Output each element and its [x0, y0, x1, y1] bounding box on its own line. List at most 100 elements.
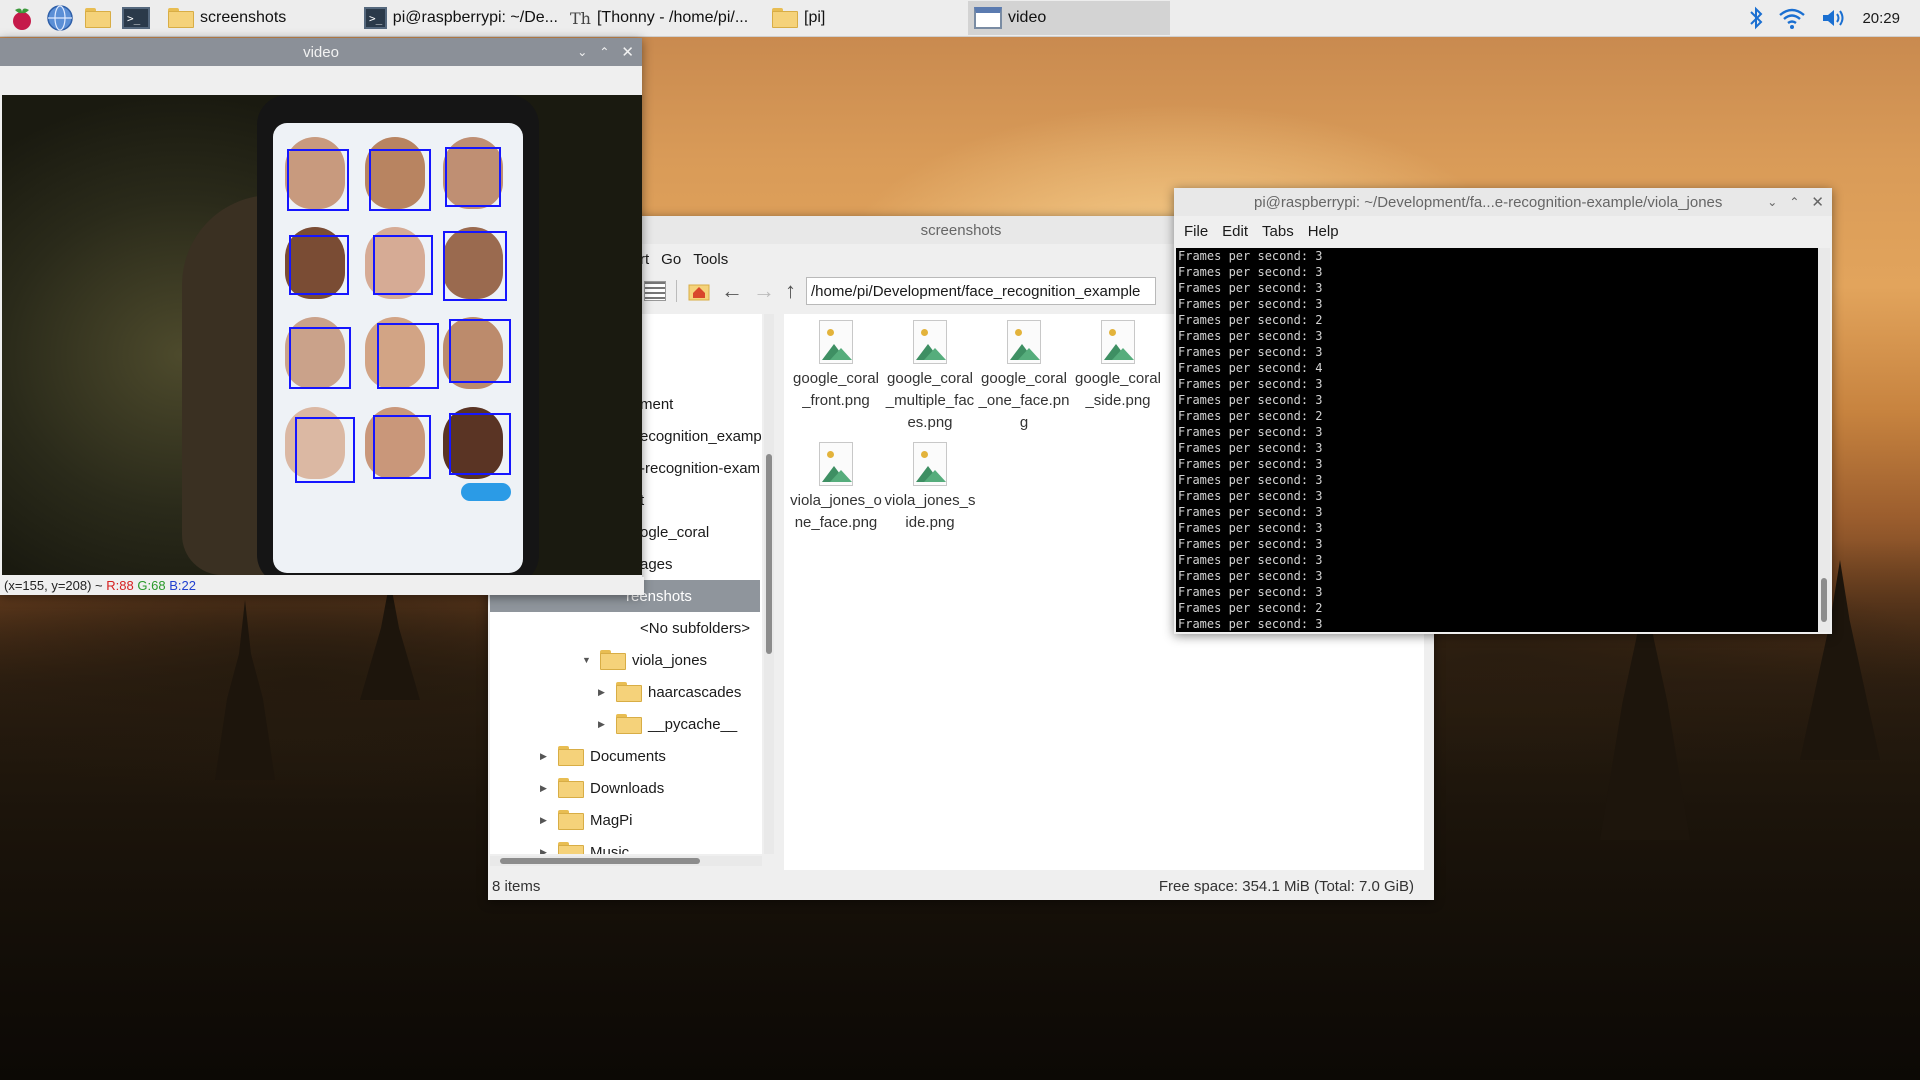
file-item[interactable]: google_coral_front.png: [790, 320, 882, 412]
task-terminal[interactable]: >_ pi@raspberrypi: ~/De...: [358, 1, 564, 35]
taskbar: >_ screenshots >_ pi@raspberrypi: ~/De..…: [0, 0, 1920, 37]
folder-icon: [85, 8, 111, 28]
tree-item[interactable]: ment: [640, 388, 673, 420]
collapsed-arrow-icon[interactable]: ▶: [598, 719, 610, 730]
tree-item-downloads[interactable]: ▶ Downloads: [540, 772, 664, 804]
menu-tools[interactable]: Tools: [693, 251, 728, 268]
tree-item[interactable]: -recognition-exam: [640, 452, 760, 484]
menu-edit[interactable]: Edit: [1222, 223, 1248, 240]
tree-scrollbar[interactable]: [764, 314, 774, 854]
terminal-line: Frames per second: 3: [1178, 521, 1323, 535]
task-label: pi@raspberrypi: ~/De...: [392, 9, 558, 26]
pixel-red-value: R:88: [106, 578, 134, 593]
terminal-line: Frames per second: 3: [1178, 377, 1323, 391]
close-icon[interactable]: ✕: [1811, 193, 1824, 211]
file-item[interactable]: google_coral_one_face.png: [978, 320, 1070, 434]
item-count: 8 items: [492, 877, 541, 895]
terminal-titlebar[interactable]: pi@raspberrypi: ~/Development/fa...e-rec…: [1174, 188, 1832, 216]
wifi-icon[interactable]: [1778, 6, 1806, 30]
raspberry-menu-button[interactable]: [6, 2, 38, 34]
web-browser-button[interactable]: [44, 2, 76, 34]
tree-horizontal-scrollbar[interactable]: [490, 856, 762, 866]
tree-item[interactable]: ecognition_examp: [640, 420, 762, 452]
menu-tabs[interactable]: Tabs: [1262, 223, 1294, 240]
close-icon[interactable]: ✕: [621, 43, 634, 61]
back-arrow-icon[interactable]: ←: [721, 278, 743, 304]
terminal-line: Frames per second: 3: [1178, 585, 1323, 599]
task-label: [pi]: [804, 9, 826, 26]
tree-item-pycache[interactable]: ▶ __pycache__: [598, 708, 737, 740]
image-file-icon: [819, 442, 853, 486]
task-label: screenshots: [200, 9, 287, 26]
video-titlebar[interactable]: video ⌄ ⌃ ✕: [0, 38, 642, 66]
tree-item-magpi[interactable]: ▶ MagPi: [540, 804, 633, 836]
terminal-line: Frames per second: 2: [1178, 313, 1323, 327]
detail-view-icon[interactable]: [644, 281, 666, 301]
collapsed-arrow-icon[interactable]: ▶: [540, 783, 552, 794]
path-input[interactable]: /home/pi/Development/face_recognition_ex…: [806, 277, 1156, 305]
task-thonny[interactable]: Th [Thonny - /home/pi/...: [564, 1, 766, 35]
menu-file[interactable]: File: [1184, 223, 1208, 240]
collapsed-arrow-icon[interactable]: ▶: [540, 751, 552, 762]
file-item[interactable]: viola_jones_side.png: [884, 442, 976, 534]
file-item[interactable]: google_coral_multiple_faces.png: [884, 320, 976, 434]
collapsed-arrow-icon[interactable]: ▶: [598, 687, 610, 698]
file-item[interactable]: viola_jones_one_face.png: [790, 442, 882, 534]
home-icon[interactable]: [687, 280, 711, 302]
folder-icon: [616, 682, 642, 702]
expanded-arrow-icon[interactable]: ▼: [582, 655, 594, 665]
image-file-icon: [1101, 320, 1135, 364]
terminal-line: Frames per second: 3: [1178, 617, 1323, 631]
volume-icon[interactable]: [1820, 6, 1848, 30]
terminal-line: Frames per second: 3: [1178, 457, 1323, 471]
window-title: video: [303, 43, 339, 61]
tree-item-documents[interactable]: ▶ Documents: [540, 740, 666, 772]
folder-icon: [616, 714, 642, 734]
task-pi-folder[interactable]: [pi]: [766, 1, 968, 35]
terminal-output[interactable]: Frames per second: 3 Frames per second: 3…: [1176, 248, 1820, 632]
maximize-icon[interactable]: ⌃: [599, 45, 609, 59]
terminal-line: Frames per second: 3: [1178, 473, 1323, 487]
collapsed-arrow-icon[interactable]: ▶: [540, 815, 552, 826]
downloads-folder-icon: [558, 778, 584, 798]
file-manager-launcher[interactable]: [82, 2, 114, 34]
minimize-icon[interactable]: ⌄: [1767, 195, 1777, 209]
tree-item-haarcascades[interactable]: ▶ haarcascades: [598, 676, 741, 708]
pixel-blue-value: B:22: [169, 578, 196, 593]
phone-screen-faces: [273, 123, 523, 573]
menu-go[interactable]: Go: [661, 251, 681, 268]
tree-item-viola-jones[interactable]: ▼ viola_jones: [582, 644, 707, 676]
menu-help[interactable]: Help: [1308, 223, 1339, 240]
terminal-line: Frames per second: 3: [1178, 569, 1323, 583]
terminal-line: Frames per second: 2: [1178, 409, 1323, 423]
maximize-icon[interactable]: ⌃: [1789, 195, 1799, 209]
tree-item[interactable]: ogle_coral: [640, 516, 709, 548]
folder-icon: [772, 8, 798, 28]
thonny-icon: Th: [570, 8, 591, 28]
task-video[interactable]: video: [968, 1, 1170, 35]
folder-icon: [600, 650, 626, 670]
minimize-icon[interactable]: ⌄: [577, 45, 587, 59]
image-file-icon: [1007, 320, 1041, 364]
video-frame[interactable]: [2, 95, 642, 575]
tree-item-music[interactable]: ▶ Music: [540, 836, 629, 854]
terminal-line: Frames per second: 3: [1178, 249, 1323, 263]
bluetooth-icon[interactable]: [1748, 5, 1764, 31]
tree-item[interactable]: ages: [640, 548, 673, 580]
terminal-scrollbar[interactable]: [1818, 248, 1830, 632]
terminal-window: pi@raspberrypi: ~/Development/fa...e-rec…: [1174, 188, 1832, 634]
forward-arrow-icon[interactable]: →: [753, 278, 775, 304]
clock[interactable]: 20:29: [1862, 10, 1900, 27]
window-title: pi@raspberrypi: ~/Development/fa...e-rec…: [1254, 193, 1723, 211]
collapsed-arrow-icon[interactable]: ▶: [540, 847, 552, 855]
globe-icon: [47, 5, 73, 31]
terminal-launcher[interactable]: >_: [120, 2, 152, 34]
file-item[interactable]: google_coral_side.png: [1072, 320, 1164, 412]
task-screenshots[interactable]: screenshots: [162, 1, 358, 35]
terminal-menubar: File Edit Tabs Help: [1174, 216, 1832, 246]
folder-icon: [558, 810, 584, 830]
video-status-bar: (x=155, y=208) ~ R:88 G:68 B:22: [2, 577, 644, 595]
image-file-icon: [913, 442, 947, 486]
phone-image: [257, 95, 539, 575]
up-arrow-icon[interactable]: ↑: [785, 278, 796, 304]
